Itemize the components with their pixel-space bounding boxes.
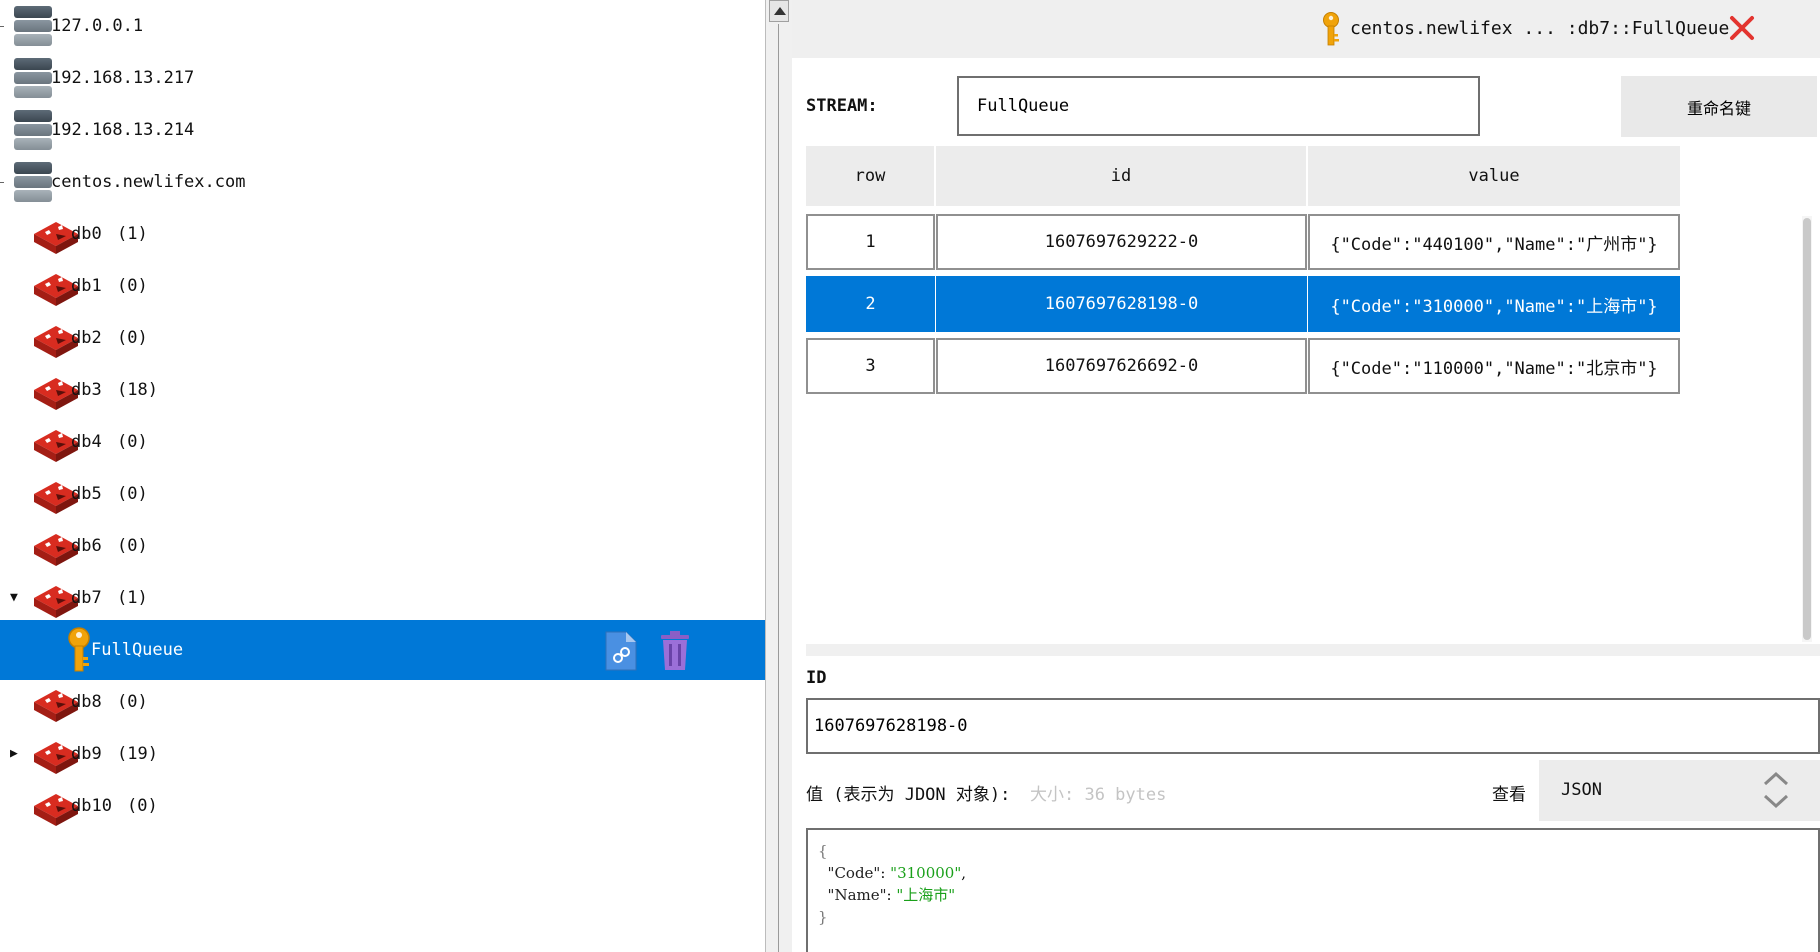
key-icon	[1323, 12, 1339, 46]
entry-id-input[interactable]	[806, 698, 1820, 754]
tree-server-item[interactable]: 192.168.13.214	[0, 100, 765, 160]
tree-db-item[interactable]: db4 (0)	[0, 412, 765, 472]
table-cell-value[interactable]: {"Code":"310000","Name":"上海市"}	[1308, 276, 1680, 332]
chevron-up-down-icon	[1763, 771, 1789, 809]
view-mode-value: JSON	[1561, 780, 1602, 800]
db-name: db8	[71, 692, 102, 712]
db-count: (18)	[117, 380, 158, 400]
view-mode-label: 查看	[1492, 785, 1526, 805]
server-label: centos.newlifex.com	[51, 172, 246, 192]
db-name: db2	[71, 328, 102, 348]
table-horizontal-scrollbar[interactable]	[806, 644, 1820, 656]
db-count: (0)	[117, 432, 148, 452]
server-label: 192.168.13.217	[51, 68, 195, 88]
rename-key-button[interactable]: 重命名键	[1621, 76, 1817, 137]
column-header-row[interactable]: row	[806, 146, 934, 206]
db-name: db0	[71, 224, 102, 244]
db-count: (0)	[117, 692, 148, 712]
view-mode-select[interactable]: JSON	[1539, 760, 1820, 821]
stream-label: STREAM:	[806, 96, 878, 116]
json-brace-close: }	[818, 908, 828, 926]
close-icon[interactable]	[1728, 14, 1756, 42]
column-header-id[interactable]: id	[936, 146, 1306, 206]
json-key: "Name"	[827, 886, 887, 904]
db-name: db4	[71, 432, 102, 452]
stream-editor-panel: centos.newlifex ... :db7::FullQueue STRE…	[792, 0, 1820, 952]
scrollbar-thumb[interactable]	[1803, 218, 1811, 640]
db-count: (19)	[117, 744, 158, 764]
panel-splitter[interactable]	[765, 0, 793, 952]
table-cell-id[interactable]: 1607697628198-0	[936, 276, 1307, 332]
server-label: 192.168.13.214	[51, 120, 195, 140]
tree-db-item[interactable]: db10 (0)	[0, 776, 765, 836]
json-brace-open: {	[818, 842, 828, 860]
server-label: 127.0.0.1	[51, 16, 144, 36]
server-icon	[14, 58, 52, 100]
trash-icon[interactable]	[660, 630, 690, 672]
tree-connector	[0, 26, 4, 27]
db-count: (0)	[117, 276, 148, 296]
tree-server-item[interactable]: 192.168.13.217	[0, 48, 765, 108]
tree-db-item[interactable]: ▼ db7 (1)	[0, 568, 765, 628]
splitter-line	[778, 24, 779, 952]
tab-title[interactable]: centos.newlifex ... :db7::FullQueue	[1350, 18, 1729, 39]
table-cell-id[interactable]: 1607697629222-0	[936, 214, 1307, 270]
tree-connector	[0, 182, 4, 183]
key-name: FullQueue	[91, 640, 184, 660]
table-cell-id[interactable]: 1607697626692-0	[936, 338, 1307, 394]
json-string-value: "上海市"	[896, 886, 956, 904]
expanded-arrow-icon[interactable]: ▼	[10, 590, 18, 605]
scroll-up-icon[interactable]	[769, 0, 789, 22]
tab-bar: centos.newlifex ... :db7::FullQueue	[792, 0, 1820, 58]
connection-tree: 127.0.0.1 192.168.13.217 192.168.13.214 …	[0, 0, 765, 952]
json-key: "Code"	[827, 864, 881, 882]
copy-link-icon[interactable]	[604, 630, 638, 672]
db-count: (0)	[127, 796, 158, 816]
tree-db-item[interactable]: db0 (1)	[0, 204, 765, 264]
tree-db-item[interactable]: db5 (0)	[0, 464, 765, 524]
id-label: ID	[806, 668, 827, 688]
tree-server-item[interactable]: centos.newlifex.com	[0, 152, 765, 212]
db-name: db5	[71, 484, 102, 504]
size-label: 大小: 36 bytes	[1030, 785, 1167, 805]
server-icon	[14, 110, 52, 152]
db-name: db3	[71, 380, 102, 400]
table-cell-row[interactable]: 1	[806, 214, 935, 270]
db-name: db1	[71, 276, 102, 296]
tree-key-item[interactable]: FullQueue	[0, 620, 765, 680]
db-count: (0)	[117, 328, 148, 348]
db-name: db10	[71, 796, 112, 816]
tree-db-item[interactable]: ▶ db9 (19)	[0, 724, 765, 784]
value-label: 值 (表示为 JDON 对象):	[806, 785, 1011, 805]
db-count: (1)	[117, 224, 148, 244]
tree-db-item[interactable]: db2 (0)	[0, 308, 765, 368]
table-cell-value[interactable]: {"Code":"110000","Name":"北京市"}	[1308, 338, 1680, 394]
db-name: db7	[71, 588, 102, 608]
table-vertical-scrollbar[interactable]	[1802, 216, 1812, 642]
db-name: db6	[71, 536, 102, 556]
key-icon	[68, 627, 90, 672]
stream-key-input[interactable]	[957, 76, 1480, 136]
collapsed-arrow-icon[interactable]: ▶	[10, 746, 18, 761]
db-count: (0)	[117, 536, 148, 556]
server-icon	[14, 6, 52, 48]
column-header-value[interactable]: value	[1308, 146, 1680, 206]
table-cell-row[interactable]: 2	[806, 276, 935, 332]
json-value-editor[interactable]: { "Code": "310000", "Name": "上海市" }	[806, 828, 1820, 952]
json-string-value: "310000"	[890, 864, 962, 882]
server-icon	[14, 162, 52, 204]
table-cell-row[interactable]: 3	[806, 338, 935, 394]
table-cell-value[interactable]: {"Code":"440100","Name":"广州市"}	[1308, 214, 1680, 270]
tree-db-item[interactable]: db3 (18)	[0, 360, 765, 420]
tree-db-item[interactable]: db6 (0)	[0, 516, 765, 576]
db-count: (1)	[117, 588, 148, 608]
tree-db-item[interactable]: db1 (0)	[0, 256, 765, 316]
db-name: db9	[71, 744, 102, 764]
db-count: (0)	[117, 484, 148, 504]
tree-db-item[interactable]: db8 (0)	[0, 672, 765, 732]
